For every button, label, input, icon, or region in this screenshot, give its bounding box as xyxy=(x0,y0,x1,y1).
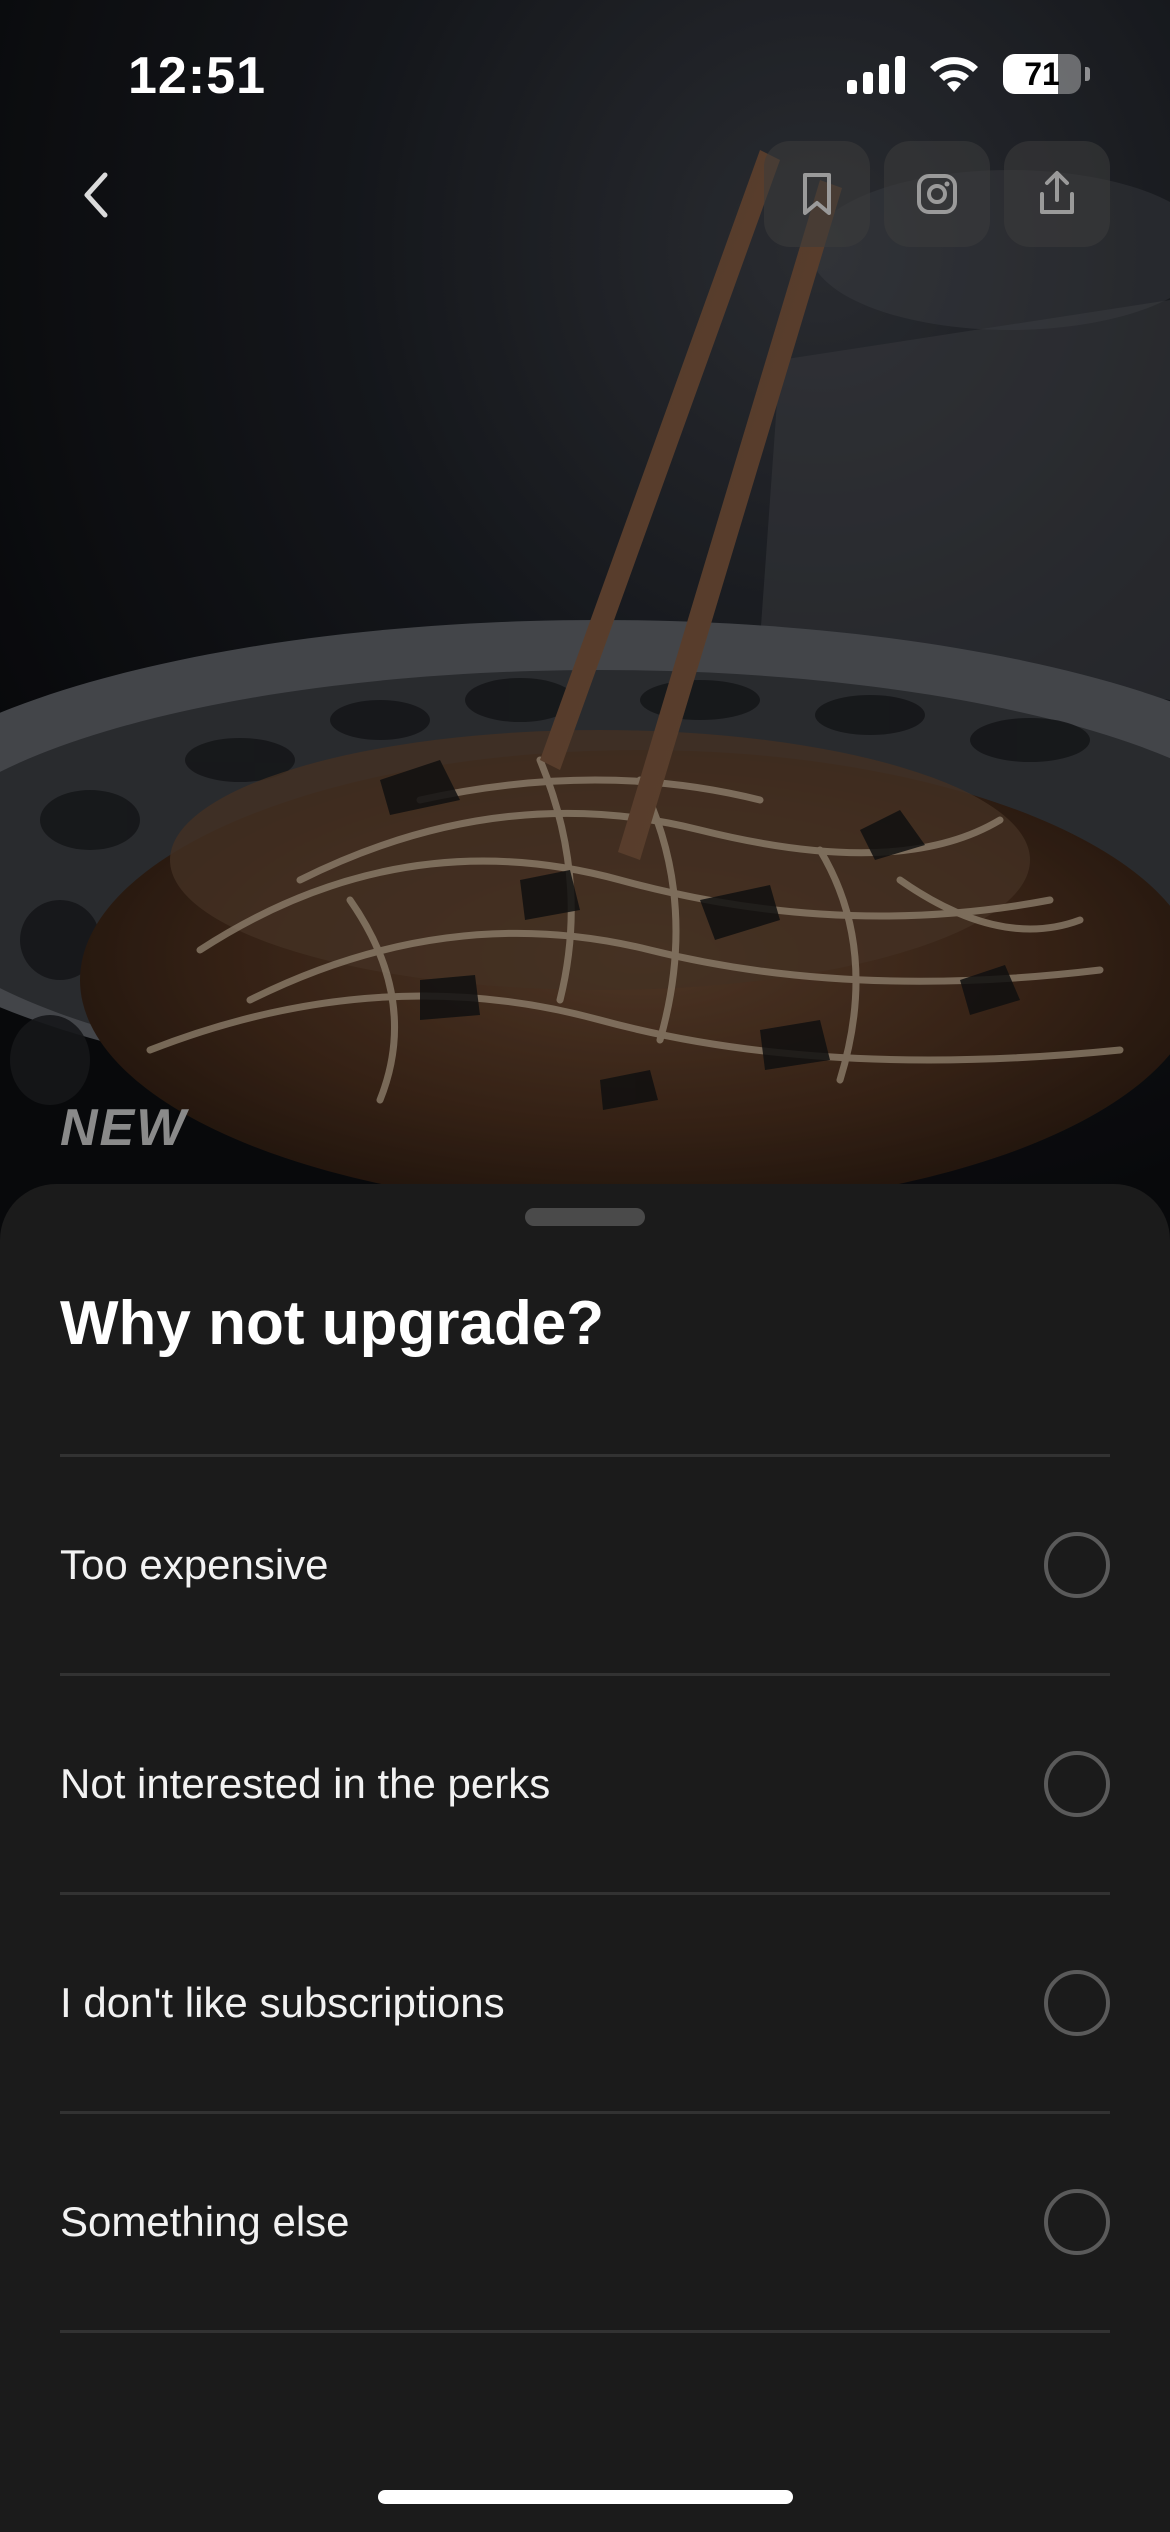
instagram-icon xyxy=(917,174,957,214)
radio-button[interactable] xyxy=(1044,1970,1110,2036)
sheet-title: Why not upgrade? xyxy=(60,1289,605,1358)
option-label: Too expensive xyxy=(60,1541,329,1588)
status-icons: 71 xyxy=(847,54,1090,94)
cellular-signal-icon xyxy=(847,54,905,94)
option-not-interested[interactable]: Not interested in the perks xyxy=(60,1676,1110,1895)
share-icon xyxy=(1040,171,1074,214)
bookmark-button[interactable] xyxy=(764,141,870,247)
battery-level: 71 xyxy=(1024,55,1060,92)
radio-button[interactable] xyxy=(1044,2189,1110,2255)
share-button[interactable] xyxy=(1004,141,1110,247)
header-actions xyxy=(764,141,1110,247)
status-bar: 12:51 71 xyxy=(0,0,1170,150)
option-label: Not interested in the perks xyxy=(60,1760,551,1807)
home-indicator[interactable] xyxy=(378,2490,793,2504)
radio-button[interactable] xyxy=(1044,1751,1110,1817)
back-button[interactable] xyxy=(60,155,130,235)
battery-tip xyxy=(1085,67,1090,81)
option-no-subscriptions[interactable]: I don't like subscriptions xyxy=(60,1895,1110,2114)
screen: 12:51 71 NEW Why not upgrade? Too expens… xyxy=(0,0,1170,2532)
bottom-sheet: Why not upgrade? Too expensive Not inter… xyxy=(0,1184,1170,2532)
bookmark-icon xyxy=(803,173,831,215)
battery-body: 71 xyxy=(1003,54,1081,94)
wifi-icon xyxy=(930,57,978,92)
sheet-grabber[interactable] xyxy=(525,1208,645,1226)
new-badge: NEW xyxy=(60,1099,188,1157)
reason-options: Too expensive Not interested in the perk… xyxy=(60,1454,1110,2333)
chevron-left-icon xyxy=(84,172,108,218)
instagram-button[interactable] xyxy=(884,141,990,247)
option-too-expensive[interactable]: Too expensive xyxy=(60,1457,1110,1676)
radio-button[interactable] xyxy=(1044,1532,1110,1598)
battery-icon: 71 xyxy=(1003,54,1090,94)
option-label: Something else xyxy=(60,2198,350,2245)
option-label: I don't like subscriptions xyxy=(60,1979,505,2026)
option-something-else[interactable]: Something else xyxy=(60,2114,1110,2333)
status-time: 12:51 xyxy=(128,47,266,105)
